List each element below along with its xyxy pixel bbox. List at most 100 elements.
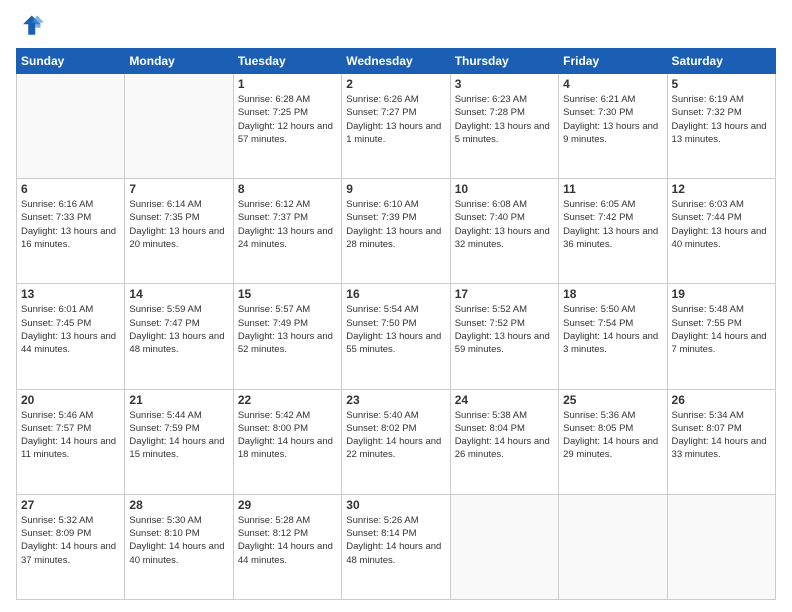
day-info: Sunrise: 6:12 AM Sunset: 7:37 PM Dayligh… — [238, 198, 337, 251]
day-number: 4 — [563, 77, 662, 91]
weekday-header-row: SundayMondayTuesdayWednesdayThursdayFrid… — [17, 49, 776, 74]
weekday-header-monday: Monday — [125, 49, 233, 74]
day-info: Sunrise: 5:57 AM Sunset: 7:49 PM Dayligh… — [238, 303, 337, 356]
day-number: 6 — [21, 182, 120, 196]
calendar-table: SundayMondayTuesdayWednesdayThursdayFrid… — [16, 48, 776, 600]
day-number: 8 — [238, 182, 337, 196]
calendar-cell — [17, 74, 125, 179]
calendar-cell: 12 Sunrise: 6:03 AM Sunset: 7:44 PM Dayli… — [667, 179, 775, 284]
calendar-cell: 9Sunrise: 6:10 AM Sunset: 7:39 PM Daylig… — [342, 179, 450, 284]
day-info: Sunrise: 6:19 AM Sunset: 7:32 PM Dayligh… — [672, 93, 771, 146]
day-number: 16 — [346, 287, 445, 301]
day-info: Sunrise: 5:28 AM Sunset: 8:12 PM Dayligh… — [238, 514, 337, 567]
weekday-header-saturday: Saturday — [667, 49, 775, 74]
calendar-week-3: 20Sunrise: 5:46 AM Sunset: 7:57 PM Dayli… — [17, 389, 776, 494]
day-info: Sunrise: 5:40 AM Sunset: 8:02 PM Dayligh… — [346, 409, 445, 462]
weekday-header-sunday: Sunday — [17, 49, 125, 74]
day-number: 18 — [563, 287, 662, 301]
calendar-cell: 14 Sunrise: 5:59 AM Sunset: 7:47 PM Dayli… — [125, 284, 233, 389]
calendar-cell: 7 Sunrise: 6:14 AM Sunset: 7:35 PM Daylig… — [125, 179, 233, 284]
day-number: 9 — [346, 182, 445, 196]
day-info: Sunrise: 5:48 AM Sunset: 7:55 PM Dayligh… — [672, 303, 771, 356]
day-info: Sunrise: 6:01 AM Sunset: 7:45 PM Dayligh… — [21, 303, 120, 356]
calendar-cell: 25 Sunrise: 5:36 AM Sunset: 8:05 PM Dayli… — [559, 389, 667, 494]
day-number: 2 — [346, 77, 445, 91]
day-number: 15 — [238, 287, 337, 301]
day-number: 1 — [238, 77, 337, 91]
calendar-cell: 22Sunrise: 5:42 AM Sunset: 8:00 PM Dayli… — [233, 389, 341, 494]
calendar-cell: 21 Sunrise: 5:44 AM Sunset: 7:59 PM Dayli… — [125, 389, 233, 494]
calendar-cell: 13 Sunrise: 6:01 AM Sunset: 7:45 PM Dayli… — [17, 284, 125, 389]
calendar-cell: 4 Sunrise: 6:21 AM Sunset: 7:30 PM Daylig… — [559, 74, 667, 179]
day-number: 21 — [129, 393, 228, 407]
calendar-cell: 27 Sunrise: 5:32 AM Sunset: 8:09 PM Dayli… — [17, 494, 125, 599]
day-info: Sunrise: 6:26 AM Sunset: 7:27 PM Dayligh… — [346, 93, 445, 146]
day-number: 14 — [129, 287, 228, 301]
day-info: Sunrise: 5:34 AM Sunset: 8:07 PM Dayligh… — [672, 409, 771, 462]
day-info: Sunrise: 5:26 AM Sunset: 8:14 PM Dayligh… — [346, 514, 445, 567]
day-info: Sunrise: 6:08 AM Sunset: 7:40 PM Dayligh… — [455, 198, 554, 251]
day-number: 29 — [238, 498, 337, 512]
logo-icon — [16, 12, 44, 40]
calendar-week-4: 27 Sunrise: 5:32 AM Sunset: 8:09 PM Dayli… — [17, 494, 776, 599]
calendar-cell: 2 Sunrise: 6:26 AM Sunset: 7:27 PM Daylig… — [342, 74, 450, 179]
day-info: Sunrise: 5:32 AM Sunset: 8:09 PM Dayligh… — [21, 514, 120, 567]
day-number: 13 — [21, 287, 120, 301]
calendar-cell — [125, 74, 233, 179]
day-info: Sunrise: 6:23 AM Sunset: 7:28 PM Dayligh… — [455, 93, 554, 146]
calendar-week-2: 13 Sunrise: 6:01 AM Sunset: 7:45 PM Dayli… — [17, 284, 776, 389]
day-info: Sunrise: 5:44 AM Sunset: 7:59 PM Dayligh… — [129, 409, 228, 462]
calendar-week-1: 6 Sunrise: 6:16 AM Sunset: 7:33 PM Daylig… — [17, 179, 776, 284]
logo — [16, 12, 48, 40]
calendar-cell: 18 Sunrise: 5:50 AM Sunset: 7:54 PM Dayli… — [559, 284, 667, 389]
day-info: Sunrise: 5:36 AM Sunset: 8:05 PM Dayligh… — [563, 409, 662, 462]
calendar-cell: 20Sunrise: 5:46 AM Sunset: 7:57 PM Dayli… — [17, 389, 125, 494]
calendar-cell — [559, 494, 667, 599]
weekday-header-friday: Friday — [559, 49, 667, 74]
day-info: Sunrise: 6:14 AM Sunset: 7:35 PM Dayligh… — [129, 198, 228, 251]
calendar-cell: 15 Sunrise: 5:57 AM Sunset: 7:49 PM Dayli… — [233, 284, 341, 389]
day-info: Sunrise: 5:54 AM Sunset: 7:50 PM Dayligh… — [346, 303, 445, 356]
day-number: 7 — [129, 182, 228, 196]
day-info: Sunrise: 5:38 AM Sunset: 8:04 PM Dayligh… — [455, 409, 554, 462]
day-number: 3 — [455, 77, 554, 91]
day-info: Sunrise: 5:46 AM Sunset: 7:57 PM Dayligh… — [21, 409, 120, 462]
day-info: Sunrise: 6:03 AM Sunset: 7:44 PM Dayligh… — [672, 198, 771, 251]
calendar-cell: 17Sunrise: 5:52 AM Sunset: 7:52 PM Dayli… — [450, 284, 558, 389]
day-number: 26 — [672, 393, 771, 407]
header — [16, 12, 776, 40]
day-info: Sunrise: 5:59 AM Sunset: 7:47 PM Dayligh… — [129, 303, 228, 356]
calendar-week-0: 1 Sunrise: 6:28 AM Sunset: 7:25 PM Daylig… — [17, 74, 776, 179]
day-number: 27 — [21, 498, 120, 512]
calendar-cell: 11 Sunrise: 6:05 AM Sunset: 7:42 PM Dayli… — [559, 179, 667, 284]
day-number: 23 — [346, 393, 445, 407]
calendar-cell: 23 Sunrise: 5:40 AM Sunset: 8:02 PM Dayli… — [342, 389, 450, 494]
day-info: Sunrise: 5:42 AM Sunset: 8:00 PM Dayligh… — [238, 409, 337, 462]
day-info: Sunrise: 6:28 AM Sunset: 7:25 PM Dayligh… — [238, 93, 337, 146]
calendar-cell: 19Sunrise: 5:48 AM Sunset: 7:55 PM Dayli… — [667, 284, 775, 389]
day-number: 25 — [563, 393, 662, 407]
calendar-cell: 10 Sunrise: 6:08 AM Sunset: 7:40 PM Dayli… — [450, 179, 558, 284]
day-info: Sunrise: 6:16 AM Sunset: 7:33 PM Dayligh… — [21, 198, 120, 251]
calendar-cell: 5Sunrise: 6:19 AM Sunset: 7:32 PM Daylig… — [667, 74, 775, 179]
calendar-cell — [450, 494, 558, 599]
day-number: 12 — [672, 182, 771, 196]
day-number: 28 — [129, 498, 228, 512]
day-number: 24 — [455, 393, 554, 407]
day-number: 11 — [563, 182, 662, 196]
day-info: Sunrise: 6:05 AM Sunset: 7:42 PM Dayligh… — [563, 198, 662, 251]
day-number: 30 — [346, 498, 445, 512]
calendar-cell: 28 Sunrise: 5:30 AM Sunset: 8:10 PM Dayli… — [125, 494, 233, 599]
day-info: Sunrise: 6:21 AM Sunset: 7:30 PM Dayligh… — [563, 93, 662, 146]
calendar-cell: 6 Sunrise: 6:16 AM Sunset: 7:33 PM Daylig… — [17, 179, 125, 284]
day-info: Sunrise: 5:50 AM Sunset: 7:54 PM Dayligh… — [563, 303, 662, 356]
calendar-cell — [667, 494, 775, 599]
calendar-cell: 3 Sunrise: 6:23 AM Sunset: 7:28 PM Daylig… — [450, 74, 558, 179]
weekday-header-thursday: Thursday — [450, 49, 558, 74]
day-info: Sunrise: 5:30 AM Sunset: 8:10 PM Dayligh… — [129, 514, 228, 567]
calendar-cell: 1 Sunrise: 6:28 AM Sunset: 7:25 PM Daylig… — [233, 74, 341, 179]
day-number: 10 — [455, 182, 554, 196]
calendar-cell: 16 Sunrise: 5:54 AM Sunset: 7:50 PM Dayli… — [342, 284, 450, 389]
calendar-cell: 8 Sunrise: 6:12 AM Sunset: 7:37 PM Daylig… — [233, 179, 341, 284]
weekday-header-tuesday: Tuesday — [233, 49, 341, 74]
